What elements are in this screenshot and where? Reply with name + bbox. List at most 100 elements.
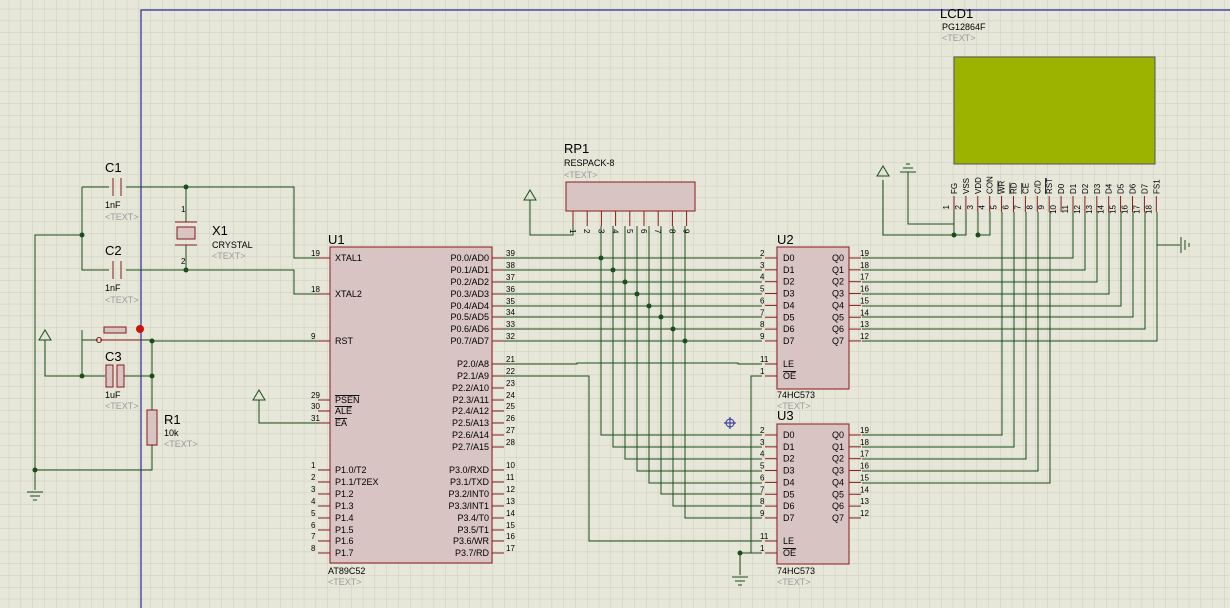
u1-pin-num: 28 bbox=[506, 438, 515, 447]
u1-pin-num: 31 bbox=[311, 414, 320, 423]
u1-pin-name: P2.4/A12 bbox=[452, 406, 489, 416]
u1-pin-num: 8 bbox=[311, 544, 316, 553]
u2-q-pin-num: 19 bbox=[860, 249, 869, 258]
u3-ctrl-pin-num: 1 bbox=[760, 544, 765, 553]
u2-d-pin-name: D5 bbox=[783, 312, 795, 322]
u3-q-pin-name: Q2 bbox=[832, 454, 844, 464]
u1-pin-name: XTAL2 bbox=[335, 289, 362, 299]
u2-ctrl-pin-name: LE bbox=[783, 359, 794, 369]
u3-d-pin-num: 6 bbox=[760, 473, 765, 482]
u1-pin-num: 26 bbox=[506, 414, 515, 423]
u3-d-pin-num: 5 bbox=[760, 462, 765, 471]
u1-pin-num: 1 bbox=[311, 461, 316, 470]
lcd1-pin-num: 15 bbox=[1109, 204, 1118, 213]
u1-pin-name: P3.4/T0 bbox=[457, 513, 489, 523]
lcd-screen bbox=[953, 56, 1156, 165]
lcd1-pin-name: WR bbox=[998, 180, 1007, 194]
u1-pin-num: 33 bbox=[506, 320, 515, 329]
u1-pin-name: P0.3/AD3 bbox=[450, 289, 489, 299]
lcd1-pin-name: D1 bbox=[1069, 183, 1078, 194]
lcd1-value: PG12864F bbox=[942, 22, 986, 32]
lcd1-pin-name: D4 bbox=[1105, 183, 1114, 194]
u2-q-pin-name: Q7 bbox=[832, 336, 844, 346]
u3-d-pin-name: D5 bbox=[783, 489, 795, 499]
u1-pin-name: ALE bbox=[335, 406, 352, 416]
u1-pin-name: P2.7/A15 bbox=[452, 442, 489, 452]
u1-pin-num: 7 bbox=[311, 532, 316, 541]
u3-q-pin-num: 17 bbox=[860, 450, 869, 459]
u1-pin-num: 29 bbox=[311, 391, 320, 400]
u2-q-pin-name: Q4 bbox=[832, 300, 844, 310]
lcd1-pin-name: D3 bbox=[1093, 183, 1102, 194]
lcd1-pin-num: 9 bbox=[1037, 204, 1046, 209]
u1-pin-name: RST bbox=[335, 336, 354, 346]
u1-pin-num: 39 bbox=[506, 249, 515, 258]
lcd1-pin-num: 6 bbox=[1002, 204, 1011, 209]
lcd1-pin-num: 3 bbox=[966, 204, 975, 209]
rp1-pin-num: 4 bbox=[611, 229, 620, 234]
u2-q-pin-name: Q2 bbox=[832, 277, 844, 287]
x1-text-placeholder: <TEXT> bbox=[212, 251, 246, 261]
lcd1-pin-num: 17 bbox=[1132, 204, 1141, 213]
lcd1-pin-num: 1 bbox=[942, 204, 951, 209]
u1-pin-name: P3.2/INT0 bbox=[448, 489, 489, 499]
u1-pin-num: 3 bbox=[311, 485, 316, 494]
u2-d-pin-name: D4 bbox=[783, 300, 795, 310]
u3-q-pin-name: Q3 bbox=[832, 466, 844, 476]
lcd1-pin-name: RST bbox=[1045, 178, 1054, 194]
u1-pin-num: 21 bbox=[506, 355, 515, 364]
u1-pin-name: P3.5/T1 bbox=[457, 525, 489, 535]
u3-value: 74HC573 bbox=[777, 566, 815, 576]
u1-pin-name: P2.6/A14 bbox=[452, 430, 489, 440]
rp1-pin-num: 3 bbox=[596, 229, 605, 234]
u3-q-pin-name: Q1 bbox=[832, 442, 844, 452]
u1-pin-num: 34 bbox=[506, 308, 515, 317]
lcd1-pin-name: FS1 bbox=[1152, 179, 1161, 194]
schematic-canvas[interactable]: C1 1nF <TEXT> C2 1nF <TEXT> 1 2 X1 CRYST… bbox=[0, 0, 1230, 608]
u3-d-pin-num: 3 bbox=[760, 438, 765, 447]
c2-ref: C2 bbox=[105, 243, 122, 258]
u1-pin-num: 23 bbox=[506, 379, 515, 388]
u3-d-pin-num: 9 bbox=[760, 509, 765, 518]
c3-value: 1uF bbox=[105, 390, 121, 400]
u1-pin-num: 4 bbox=[311, 497, 316, 506]
u1-pin-name: P2.3/A11 bbox=[453, 395, 489, 405]
u1-pin-name: P2.0/A8 bbox=[457, 359, 489, 369]
x1-ref: X1 bbox=[212, 223, 228, 238]
u2-d-pin-name: D2 bbox=[783, 277, 795, 287]
u1-pin-num: 19 bbox=[311, 249, 320, 258]
u3-q-pin-num: 18 bbox=[860, 438, 869, 447]
u3-ref: U3 bbox=[777, 408, 794, 423]
lcd1-pin-name: D6 bbox=[1129, 183, 1138, 194]
u2-ctrl-pin-name: OE bbox=[783, 371, 796, 381]
u2-d-pin-num: 9 bbox=[760, 332, 765, 341]
u1-pin-name: P1.5 bbox=[335, 525, 354, 535]
rp1-value: RESPACK-8 bbox=[564, 158, 614, 168]
u2-d-pin-num: 5 bbox=[760, 285, 765, 294]
lcd1-pin-name: D5 bbox=[1117, 183, 1126, 194]
r1-value: 10k bbox=[164, 428, 179, 438]
u1-pin-num: 15 bbox=[506, 521, 515, 530]
u1-pin-name: P0.7/AD7 bbox=[450, 336, 489, 346]
lcd1-pin-num: 4 bbox=[978, 204, 987, 209]
u2-d-pin-name: D3 bbox=[783, 289, 795, 299]
u1-pin-name: P0.2/AD2 bbox=[450, 277, 489, 287]
u1-pin-name: P1.2 bbox=[335, 489, 354, 499]
u1-pin-num: 38 bbox=[506, 261, 515, 270]
lcd1-pin-num: 7 bbox=[1013, 204, 1022, 209]
u3-d-pin-num: 8 bbox=[760, 497, 765, 506]
u2-q-pin-name: Q3 bbox=[832, 289, 844, 299]
r1-ref: R1 bbox=[164, 412, 181, 427]
u2-d-pin-num: 3 bbox=[760, 261, 765, 270]
u2-q-pin-num: 18 bbox=[860, 261, 869, 270]
u3-d-pin-name: D2 bbox=[783, 454, 795, 464]
u1-pin-num: 30 bbox=[311, 402, 320, 411]
u1-pin-num: 14 bbox=[506, 509, 515, 518]
u2-q-pin-num: 17 bbox=[860, 273, 869, 282]
button-pressed-indicator bbox=[136, 325, 144, 333]
u1-pin-num: 6 bbox=[311, 521, 316, 530]
mcu-u1[interactable]: U1 AT89C52 <TEXT> 19 XTAL118 XTAL29 RST29 PS… bbox=[311, 232, 515, 587]
u1-pin-num: 36 bbox=[506, 285, 515, 294]
x1-pin2: 2 bbox=[181, 257, 186, 266]
lcd1-pin-name: CE bbox=[1021, 183, 1030, 194]
